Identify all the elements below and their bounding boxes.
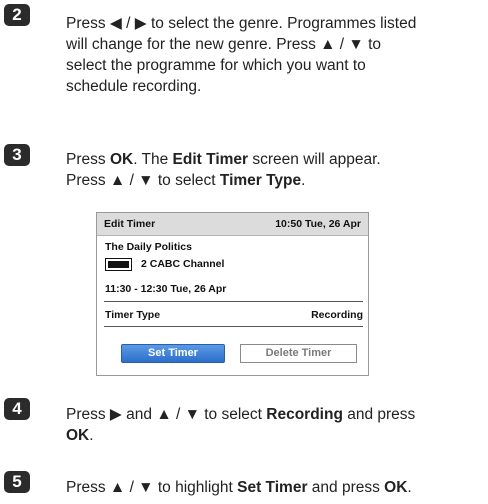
- timer-type-value[interactable]: Recording: [311, 309, 363, 321]
- step-2-text: Press ◀ / ▶ to select the genre. Program…: [66, 13, 484, 97]
- set-timer-button[interactable]: Set Timer: [121, 344, 225, 363]
- edit-timer-header: Edit Timer 10:50 Tue, 26 Apr: [97, 213, 368, 236]
- step-4-badge: 4: [4, 398, 30, 420]
- step-4-text: Press ▶ and ▲ / ▼ to select Recording an…: [66, 404, 484, 446]
- divider-bottom: [104, 326, 363, 327]
- step-2-badge: 2: [4, 4, 30, 26]
- timer-type-label: Timer Type: [105, 309, 161, 321]
- channel-logo-icon: [105, 258, 132, 271]
- step-4-line-2: OK.: [66, 427, 94, 444]
- step-3-line-2: Press ▲ / ▼ to select Timer Type.: [66, 172, 306, 189]
- edit-timer-panel: Edit Timer 10:50 Tue, 26 Apr The Daily P…: [96, 212, 369, 376]
- step-4-line-1: Press ▶ and ▲ / ▼ to select Recording an…: [66, 406, 416, 423]
- divider-top: [104, 301, 363, 302]
- step-3-badge: 3: [4, 144, 30, 166]
- programme-time: 11:30 - 12:30 Tue, 26 Apr: [105, 283, 227, 295]
- step-5-text: Press ▲ / ▼ to highlight Set Timer and p…: [66, 477, 484, 498]
- step-3-text: Press OK. The Edit Timer screen will app…: [66, 149, 484, 191]
- edit-timer-datetime: 10:50 Tue, 26 Apr: [275, 218, 361, 230]
- step-2-line-2: will change for the new genre. Press ▲ /…: [66, 36, 381, 53]
- programme-name: The Daily Politics: [105, 241, 192, 253]
- step-2-line-4: schedule recording.: [66, 78, 202, 95]
- step-5-line-1: Press ▲ / ▼ to highlight Set Timer and p…: [66, 479, 412, 496]
- step-5-badge: 5: [4, 471, 30, 493]
- step-3-line-1: Press OK. The Edit Timer screen will app…: [66, 151, 381, 168]
- step-2-line-3: select the programme for which you want …: [66, 57, 366, 74]
- delete-timer-button[interactable]: Delete Timer: [240, 344, 357, 363]
- step-2-line-1: Press ◀ / ▶ to select the genre. Program…: [66, 15, 417, 32]
- channel-name: 2 CABC Channel: [141, 258, 225, 270]
- edit-timer-title: Edit Timer: [104, 218, 156, 230]
